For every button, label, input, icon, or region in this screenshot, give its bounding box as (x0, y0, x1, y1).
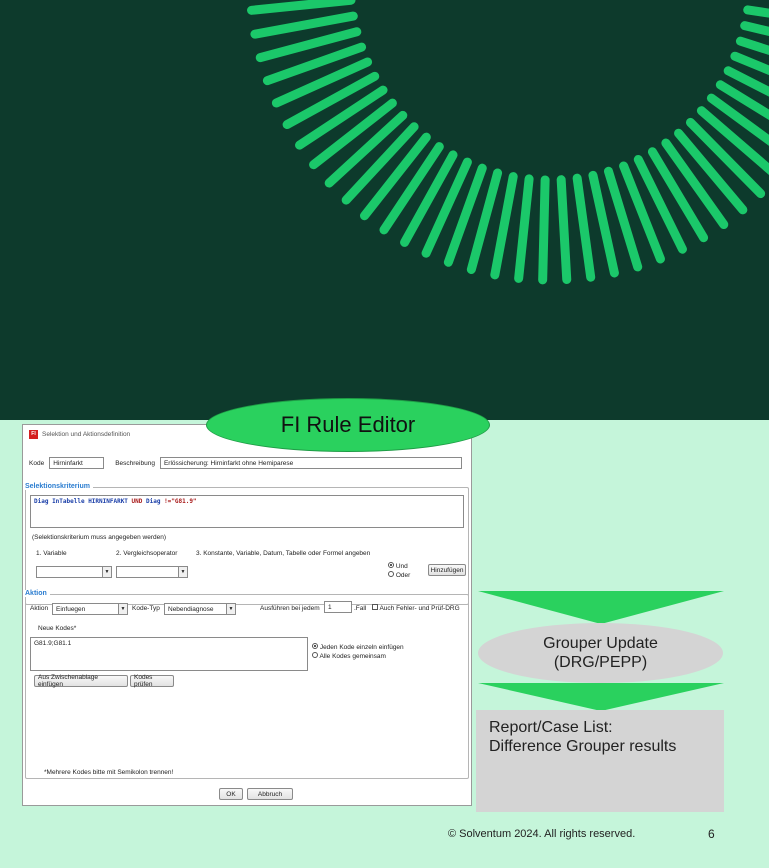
chevron-down-icon: ▼ (178, 567, 187, 577)
auch-fehler-checkbox-row: Auch Fehler- und Prüf-DRG (372, 604, 460, 612)
fi-rule-editor-label: FI Rule Editor (206, 398, 490, 452)
hero-graphic (0, 0, 769, 420)
fall-label: .Fall (354, 605, 367, 612)
chevron-down-icon: ▼ (102, 567, 111, 577)
aktion-dropdown[interactable]: Einfuegen ▼ (52, 603, 128, 615)
kodetyp-dropdown[interactable]: Nebendiagnose ▼ (164, 603, 236, 615)
einfuegen-radio-group: Jeden Kode einzeln einfügen Alle Kodes g… (312, 643, 404, 661)
ray-stroke (556, 175, 572, 285)
app-icon: FI (29, 429, 38, 439)
kodes-pruefen-button[interactable]: Kodes prüfen (130, 674, 174, 688)
ok-button[interactable]: OK (219, 788, 243, 800)
variable-label: 1. Variable (36, 550, 67, 557)
ray-stroke (250, 11, 358, 39)
kode-label: Kode (29, 459, 45, 467)
ray-stroke (514, 174, 534, 283)
chevron-down-icon: ▼ (118, 604, 127, 614)
beschreibung-label: Beschreibung (115, 459, 155, 467)
selection-action-dialog: FI Selektion und Aktionsdefinition Kode … (22, 424, 472, 806)
selektion-group: Selektionskriterium Diag InTabelle HIRNI… (25, 483, 469, 605)
constant-label: 3. Konstante, Variable, Datum, Tabelle o… (196, 550, 371, 557)
ray-circle-graphic (247, 0, 769, 285)
auch-fehler-checkbox[interactable] (372, 604, 378, 610)
selektion-expression-editor[interactable]: Diag InTabelle HIRNINFARKT UND Diag !="G… (30, 495, 464, 528)
einzeln-radio[interactable] (312, 643, 318, 649)
selektion-hint: (Selektionskriterium muss angegeben werd… (32, 534, 167, 541)
aktion-title: Aktion (25, 590, 50, 597)
flow-arrow-down (478, 591, 724, 624)
kode-input[interactable]: Hirninfarkt (49, 457, 105, 469)
und-radio[interactable] (388, 562, 394, 568)
neue-kodes-label: Neue Kodes* (38, 625, 77, 632)
semicolon-note: *Mehrere Kodes bitte mit Semikolon trenn… (44, 769, 174, 776)
variable-dropdown[interactable]: ▼ (36, 566, 112, 578)
aktion-group: Aktion Aktion Einfuegen ▼ Kode-Typ Nebend… (25, 590, 469, 779)
ray-stroke (538, 175, 550, 285)
ray-stroke (750, 0, 769, 1)
grouper-update-label: Grouper Update (DRG/PEPP) (478, 623, 723, 683)
aktion-label: Aktion (30, 605, 49, 612)
ray-stroke (490, 172, 518, 280)
ausfuehren-label: Ausführen bei jedem (260, 605, 320, 612)
paste-button[interactable]: Aus Zwischenablage einfügen (34, 674, 128, 688)
kodetyp-label: Kode-Typ (132, 605, 160, 612)
copyright-text: © Solventum 2024. All rights reserved. (448, 828, 636, 840)
chevron-down-icon: ▼ (226, 604, 235, 614)
operator-label: 2. Vergleichsoperator (116, 550, 178, 557)
ray-stroke (247, 0, 356, 15)
gemeinsam-radio[interactable] (312, 652, 318, 658)
hinzufuegen-button[interactable]: Hinzufügen (428, 564, 466, 576)
und-oder-radio-group: Und Oder (388, 562, 410, 580)
beschreibung-input[interactable]: Erlössicherung: Hirninfarkt ohne Hemipar… (159, 457, 462, 469)
ray-stroke (572, 173, 596, 282)
oder-radio[interactable] (388, 571, 394, 577)
dialog-title: Selektion und Aktionsdefinition (42, 430, 131, 438)
report-case-list-box: Report/Case List: Difference Grouper res… (476, 710, 724, 812)
abbruch-button[interactable]: Abbruch (247, 788, 293, 800)
ausfuehren-input[interactable]: 1 (324, 601, 352, 613)
operator-dropdown[interactable]: ▼ (116, 566, 188, 578)
neue-kodes-input[interactable]: G81.9;G81.1 (30, 637, 308, 671)
flow-arrow-down (478, 683, 724, 711)
selektion-title: Selektionskriterium (25, 483, 93, 490)
page-number: 6 (708, 827, 715, 841)
